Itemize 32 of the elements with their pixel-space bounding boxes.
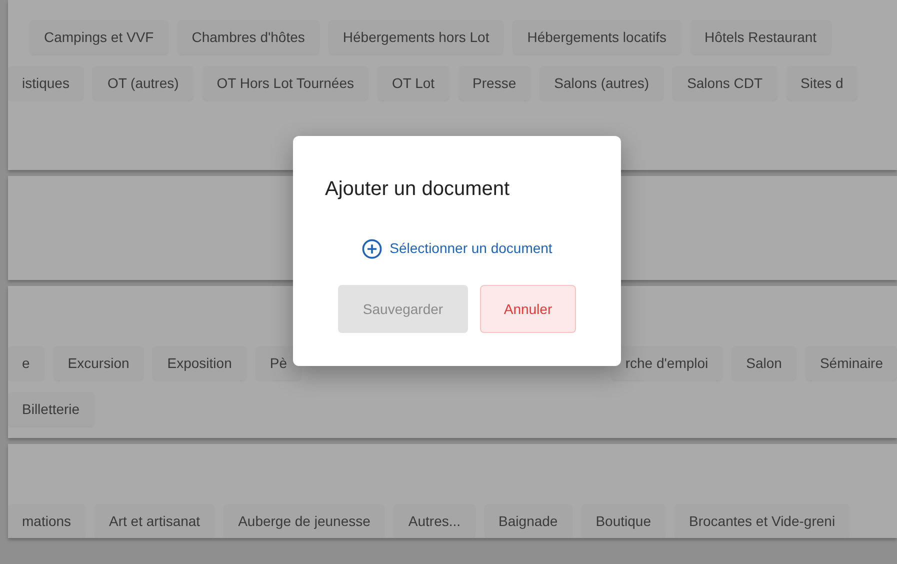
tag-chip[interactable]: rche d'emploi [611, 346, 722, 380]
tag-chip[interactable]: Exposition [153, 346, 246, 380]
tag-chip[interactable]: Billetterie [8, 392, 94, 426]
tag-chip[interactable]: Excursion [54, 346, 144, 380]
tag-chip[interactable]: Art et artisanat [95, 504, 214, 538]
tag-chip[interactable]: Baignade [484, 504, 572, 538]
tag-chip[interactable]: Hôtels Restaurant [690, 20, 831, 54]
tag-chip[interactable]: Brocantes et Vide-greni [675, 504, 850, 538]
select-document-link[interactable]: Sélectionner un document [362, 238, 552, 259]
tag-chip[interactable]: Hébergements locatifs [513, 20, 681, 54]
tag-chip[interactable]: e [8, 346, 44, 380]
tag-chip[interactable]: Campings et VVF [30, 20, 168, 54]
tag-chip[interactable]: OT Hors Lot Tournées [202, 66, 368, 100]
tag-chip[interactable]: Chambres d'hôtes [178, 20, 319, 54]
tag-chip[interactable]: OT Lot [378, 66, 449, 100]
tag-chip[interactable]: OT (autres) [93, 66, 193, 100]
tag-chip[interactable]: Séminaire [806, 346, 897, 380]
tag-chip[interactable]: Hébergements hors Lot [328, 20, 504, 54]
tag-chip[interactable]: Auberge de jeunesse [224, 504, 384, 538]
tag-chip[interactable]: mations [8, 504, 86, 538]
tag-chip[interactable]: Salons CDT [673, 66, 777, 100]
dialog-title: Ajouter un document [325, 177, 510, 202]
tag-chip[interactable]: Salons (autres) [540, 66, 664, 100]
tag-chip[interactable]: Autres... [394, 504, 475, 538]
tag-chip[interactable]: Boutique [582, 504, 665, 538]
tag-chip[interactable]: Presse [458, 66, 530, 100]
cancel-button[interactable]: Annuler [480, 285, 576, 333]
tag-chip[interactable]: Sites d [786, 66, 858, 100]
tag-chip[interactable]: istiques [8, 66, 84, 100]
plus-circle-icon [362, 238, 382, 258]
tag-chip[interactable]: Salon [732, 346, 796, 380]
tag-chip[interactable]: Pè [256, 346, 301, 380]
